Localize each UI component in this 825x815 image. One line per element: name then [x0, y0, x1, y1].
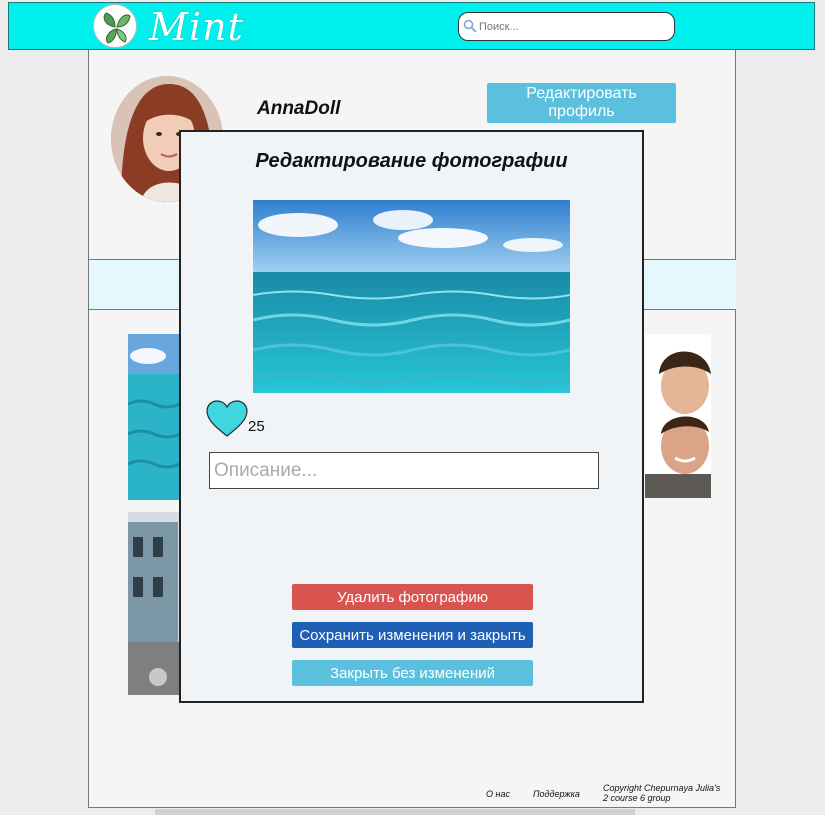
save-and-close-button[interactable]: Сохранить изменения и закрыть	[292, 622, 533, 648]
edit-photo-modal: Редактирование фотографии 25 Описание...…	[179, 130, 644, 703]
gallery-photo-building[interactable]	[128, 512, 180, 695]
edit-profile-button[interactable]: Редактировать профиль	[487, 83, 676, 123]
heart-icon[interactable]	[206, 400, 248, 443]
gallery-photo-sea[interactable]	[128, 334, 180, 500]
top-header: Mint	[8, 2, 815, 50]
footer-about-link[interactable]: О нас	[486, 789, 510, 799]
close-without-changes-button[interactable]: Закрыть без изменений	[292, 660, 533, 686]
copyright-line-1: Copyright Chepurnaya Julia's	[603, 783, 721, 793]
profile-username: AnnaDoll	[257, 98, 341, 119]
horizontal-scrollbar[interactable]	[155, 809, 635, 815]
logo-text[interactable]: Mint	[149, 5, 244, 49]
modal-title: Редактирование фотографии	[255, 150, 568, 172]
copyright-line-2: 2 course 6 group	[603, 793, 671, 803]
likes-count: 25	[248, 418, 265, 435]
description-input[interactable]	[209, 452, 599, 489]
search-box[interactable]	[458, 12, 675, 41]
footer-copyright: Copyright Chepurnaya Julia's 2 course 6 …	[603, 783, 720, 803]
delete-photo-button[interactable]: Удалить фотографию	[292, 584, 533, 610]
logo-icon[interactable]	[93, 4, 137, 48]
modal-photo	[252, 200, 571, 393]
gallery-photo-friends[interactable]	[645, 334, 711, 498]
footer-support-link[interactable]: Поддержка	[533, 789, 580, 799]
search-input[interactable]	[477, 17, 671, 37]
search-icon	[463, 19, 477, 38]
